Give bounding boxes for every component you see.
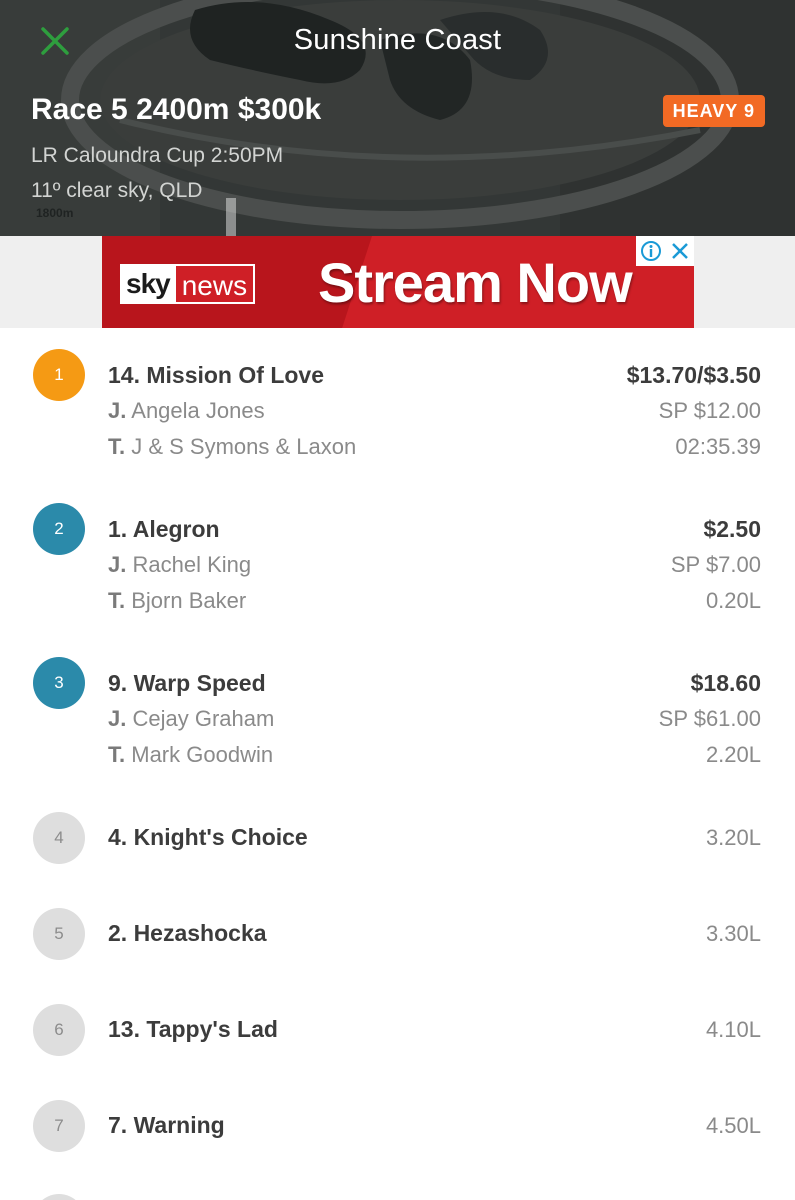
- starting-price: SP $61.00: [658, 706, 761, 731]
- ad-headline: Stream Now: [318, 251, 633, 314]
- position-badge: 1: [33, 349, 85, 401]
- margin: 0.20L: [705, 588, 761, 613]
- result-row[interactable]: 4 4. Knight's Choice 3.20L: [0, 790, 795, 886]
- venue-title: Sunshine Coast: [293, 24, 502, 56]
- position-badge: 5: [33, 908, 85, 960]
- margin: 4.10L: [705, 1017, 761, 1042]
- margin: 3.20L: [705, 825, 761, 850]
- result-row[interactable]: 6 13. Tappy's Lad 4.10L: [0, 982, 795, 1078]
- distance-marker: 1800m: [36, 206, 74, 220]
- logo-sky-text: sky: [120, 264, 176, 304]
- jockey: J. Angela Jones: [108, 398, 265, 423]
- win-place-odds: $13.70/$3.50: [626, 362, 761, 388]
- place-odds: $2.50: [703, 516, 761, 542]
- horse-name: 14. Mission Of Love: [108, 362, 324, 388]
- result-row[interactable]: 2 1. Alegron $2.50 J. Rachel King SP $7.…: [0, 482, 795, 636]
- place-odds: $18.60: [690, 670, 761, 696]
- jockey: J. Cejay Graham: [108, 706, 275, 731]
- horse-name: 9. Warp Speed: [108, 670, 266, 696]
- result-row[interactable]: 5 2. Hezashocka 3.30L: [0, 886, 795, 982]
- position-badge: 6: [33, 1004, 85, 1056]
- horse-name: 1. Alegron: [108, 516, 220, 542]
- horse-name: 2. Hezashocka: [108, 920, 267, 946]
- trainer: T. J & S Symons & Laxon: [108, 434, 357, 459]
- jockey: J. Rachel King: [108, 552, 252, 577]
- horse-name: 4. Knight's Choice: [108, 824, 308, 850]
- position-badge: 7: [33, 1100, 85, 1152]
- result-row[interactable]: 3 9. Warp Speed $18.60 J. Cejay Graham S…: [0, 636, 795, 790]
- starting-price: SP $12.00: [658, 398, 761, 423]
- position-badge: 4: [33, 812, 85, 864]
- race-header: Sunshine Coast Race 5 2400m $300k HEAVY …: [0, 0, 795, 236]
- result-row[interactable]: 1 14. Mission Of Love $13.70/$3.50 J. An…: [0, 328, 795, 482]
- sky-news-logo: sky news: [120, 264, 256, 304]
- trainer: T. Mark Goodwin: [108, 742, 274, 767]
- margin: 3.30L: [705, 921, 761, 946]
- position-badge-partial: [33, 1194, 85, 1200]
- race-time: 02:35.39: [675, 434, 761, 459]
- trainer: T. Bjorn Baker: [108, 588, 247, 613]
- position-badge: 3: [33, 657, 85, 709]
- ad-banner[interactable]: sky news Stream Now: [102, 236, 694, 328]
- margin: 4.50L: [705, 1113, 761, 1138]
- race-name: LR Caloundra Cup 2:50PM: [31, 144, 284, 167]
- logo-news-text: news: [175, 264, 256, 304]
- ad-close-icon[interactable]: [669, 240, 691, 262]
- info-icon[interactable]: [640, 240, 662, 262]
- position-badge: 2: [33, 503, 85, 555]
- weather-info: 11º clear sky, QLD: [31, 179, 203, 202]
- result-row[interactable]: 7 7. Warning 4.50L: [0, 1078, 795, 1174]
- horse-name: 7. Warning: [108, 1112, 225, 1138]
- margin: 2.20L: [705, 742, 761, 767]
- track-condition-badge: HEAVY 9: [662, 95, 765, 127]
- ad-container: sky news Stream Now: [0, 236, 795, 328]
- starting-price: SP $7.00: [670, 552, 761, 577]
- race-title: Race 5 2400m $300k: [31, 93, 322, 126]
- horse-name: 13. Tappy's Lad: [108, 1016, 278, 1042]
- ad-choices: [636, 236, 694, 266]
